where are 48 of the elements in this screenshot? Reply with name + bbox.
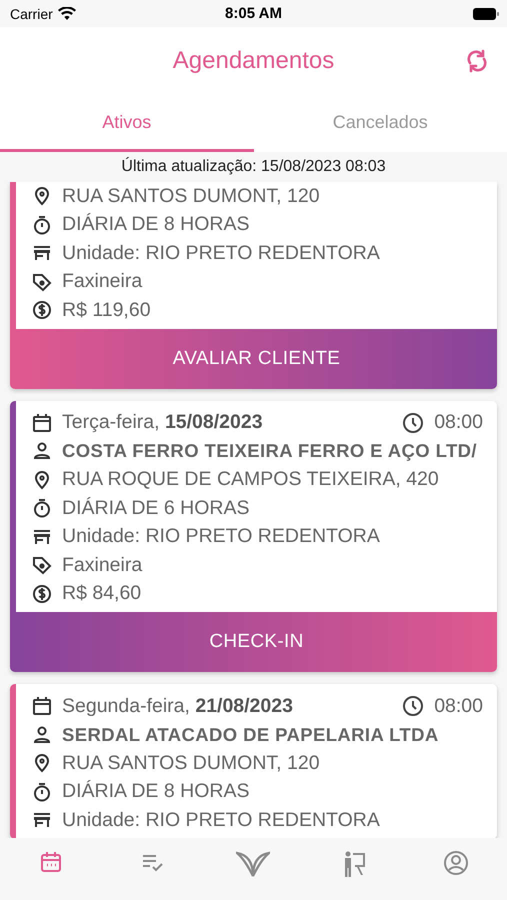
detail-text: R$ 84,60 [62, 582, 142, 606]
stopwatch-icon [32, 498, 52, 518]
refresh-icon[interactable] [466, 49, 488, 73]
calendar-icon [32, 696, 52, 716]
leaf-icon[interactable] [236, 850, 270, 878]
detail-text: RUA ROQUE DE CAMPOS TEIXEIRA, 420 [62, 468, 439, 492]
detail-text: Unidade: RIO PRETO REDENTORA [62, 242, 380, 265]
location-pin-icon [32, 470, 52, 490]
person-icon [32, 724, 52, 745]
screen-title: Agendamentos [172, 47, 334, 75]
clock-icon [402, 695, 424, 718]
action-button[interactable]: CHECK-IN [16, 612, 497, 672]
time-text: 08:00 [434, 411, 483, 434]
battery-icon [473, 8, 499, 20]
carrier-name: Carrier [10, 6, 53, 22]
date-text: Segunda-feira, 21/08/2023 [62, 694, 294, 718]
time-text: 08:00 [434, 694, 483, 718]
date-text: Terça-feira, 15/08/2023 [62, 411, 264, 434]
dollar-icon [32, 584, 52, 604]
detail-text: Faxineira [62, 554, 142, 577]
person-icon [32, 441, 52, 462]
dollar-icon [32, 300, 52, 320]
stopwatch-icon [32, 782, 52, 802]
wifi-icon [58, 7, 76, 20]
action-button[interactable]: AVALIAR CLIENTE [16, 328, 497, 388]
detail-text: DIÁRIA DE 6 HORAS [62, 496, 250, 520]
detail-text: COSTA FERRO TEIXEIRA FERRO E AÇO LTD/ [62, 440, 477, 462]
stopwatch-icon [32, 214, 52, 235]
detail-text: DIÁRIA DE 8 HORAS [62, 213, 250, 236]
location-pin-icon [32, 753, 52, 774]
profile-icon[interactable] [443, 850, 470, 876]
tag-icon [32, 272, 52, 292]
detail-text: RUA SANTOS DUMONT, 120 [62, 752, 320, 775]
clock-icon [402, 412, 424, 434]
teacher-icon[interactable] [342, 850, 367, 878]
detail-text: R$ 119,60 [62, 298, 151, 322]
status-time: 8:05 AM [224, 5, 283, 22]
location-pin-icon [32, 186, 52, 206]
calendar-icon [32, 412, 52, 433]
detail-text: Unidade: RIO PRETO REDENTORA [62, 525, 380, 548]
detail-text: DIÁRIA DE 8 HORAS [62, 780, 250, 804]
calendar-icon[interactable] [38, 850, 63, 874]
detail-text: Unidade: RIO PRETO REDENTORA [62, 808, 380, 832]
last-update-text: Última atualização: 15/08/2023 08:03 [121, 158, 386, 176]
detail-text: RUA SANTOS DUMONT, 120 [62, 184, 320, 208]
detail-text: Faxineira [62, 270, 142, 294]
tag-icon [32, 555, 52, 576]
detail-text: SERDAL ATACADO DE PAPELARIA LTDA [62, 724, 439, 746]
